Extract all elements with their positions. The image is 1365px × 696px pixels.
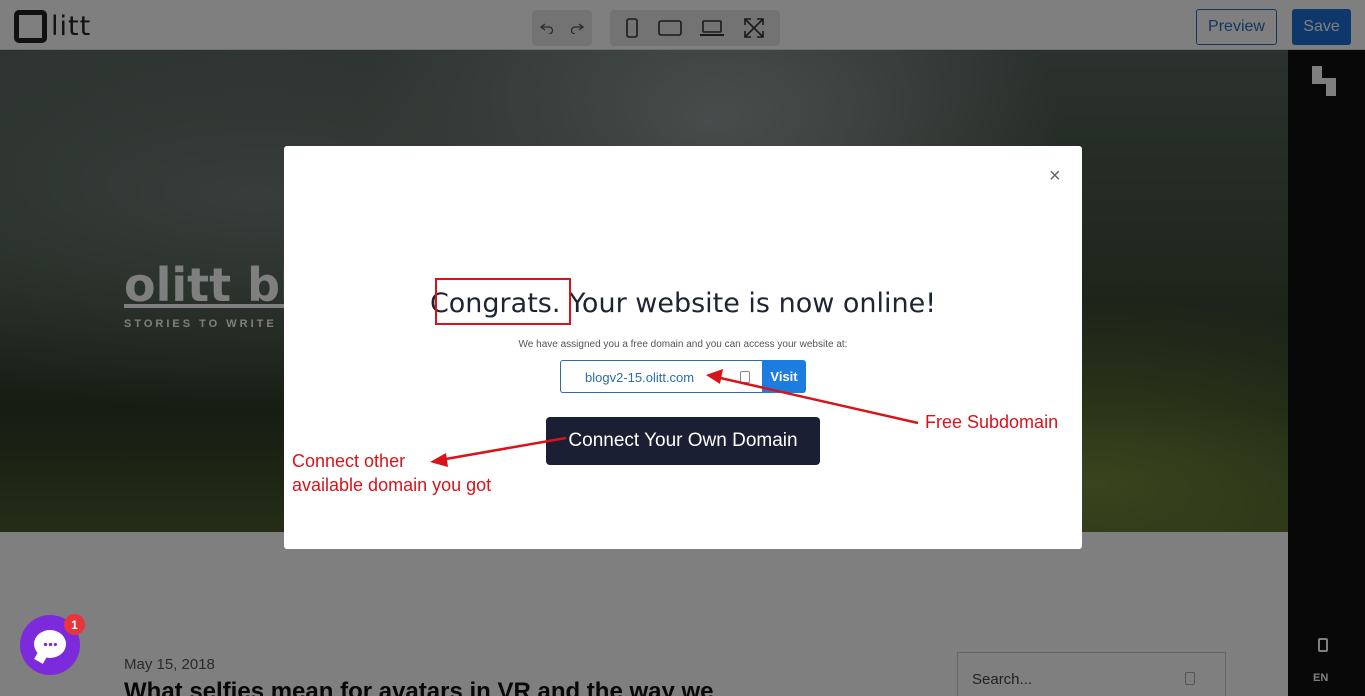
- modal-headline: Congrats. Your website is now online!: [429, 288, 937, 319]
- connect-domain-annotation: Connect other available domain you got: [292, 449, 491, 497]
- connect-annotation-line2: available domain you got: [292, 475, 492, 495]
- connect-own-domain-button[interactable]: Connect Your Own Domain: [546, 417, 820, 465]
- congrats-highlight-box: [435, 278, 571, 325]
- connect-annotation-line1: Connect other: [292, 451, 406, 471]
- visit-button[interactable]: Visit: [762, 360, 806, 393]
- chat-dots: [43, 643, 57, 646]
- free-domain-text[interactable]: blogv2-15.olitt.com: [585, 370, 694, 385]
- editor-stage: litt Preview Save: [0, 0, 1365, 696]
- close-icon[interactable]: ×: [1049, 166, 1061, 186]
- clipboard-icon[interactable]: [740, 371, 750, 383]
- free-domain-field[interactable]: blogv2-15.olitt.com: [560, 360, 763, 393]
- modal-subtext: We have assigned you a free domain and y…: [518, 339, 848, 350]
- chat-unread-badge: 1: [64, 614, 85, 635]
- free-subdomain-annotation: Free Subdomain: [925, 412, 1059, 432]
